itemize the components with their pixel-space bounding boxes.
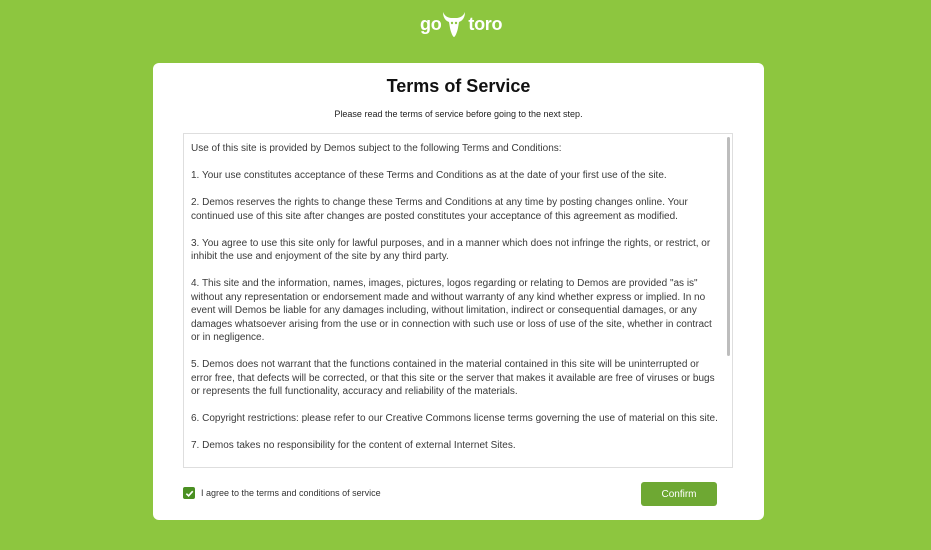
agree-checkbox[interactable]: [183, 487, 195, 499]
gotoro-logo: go toro: [420, 7, 512, 41]
terms-paragraph: 1. Your use constitutes acceptance of th…: [191, 170, 667, 181]
terms-paragraph: 4. This site and the information, names,…: [191, 278, 712, 343]
terms-scroll-area[interactable]: Use of this site is provided by Demos su…: [183, 133, 733, 468]
terms-paragraph: 3. You agree to use this site only for l…: [191, 237, 711, 263]
terms-paragraph: 7. Demos takes no responsibility for the…: [191, 440, 516, 451]
page-subtitle: Please read the terms of service before …: [334, 109, 583, 119]
scrollbar-thumb[interactable]: [727, 137, 730, 356]
page-title: Terms of Service: [386, 76, 531, 96]
terms-paragraph: 6. Copyright restrictions: please refer …: [191, 413, 718, 424]
terms-text: Use of this site is provided by Demos su…: [191, 142, 721, 466]
agree-label: I agree to the terms and conditions of s…: [201, 488, 381, 498]
logo-suffix: toro: [468, 13, 503, 34]
terms-card: Terms of Service Please read the terms o…: [153, 63, 764, 520]
bull-head-icon: [443, 12, 466, 37]
terms-paragraph: Use of this site is provided by Demos su…: [191, 143, 562, 154]
agree-row[interactable]: I agree to the terms and conditions of s…: [183, 487, 381, 499]
logo-prefix: go: [420, 13, 442, 34]
terms-paragraph: 2. Demos reserves the rights to change t…: [191, 197, 688, 222]
checkmark-icon: [185, 490, 193, 497]
confirm-button[interactable]: Confirm: [641, 482, 717, 506]
terms-paragraph: 5. Demos does not warrant that the funct…: [191, 359, 715, 397]
